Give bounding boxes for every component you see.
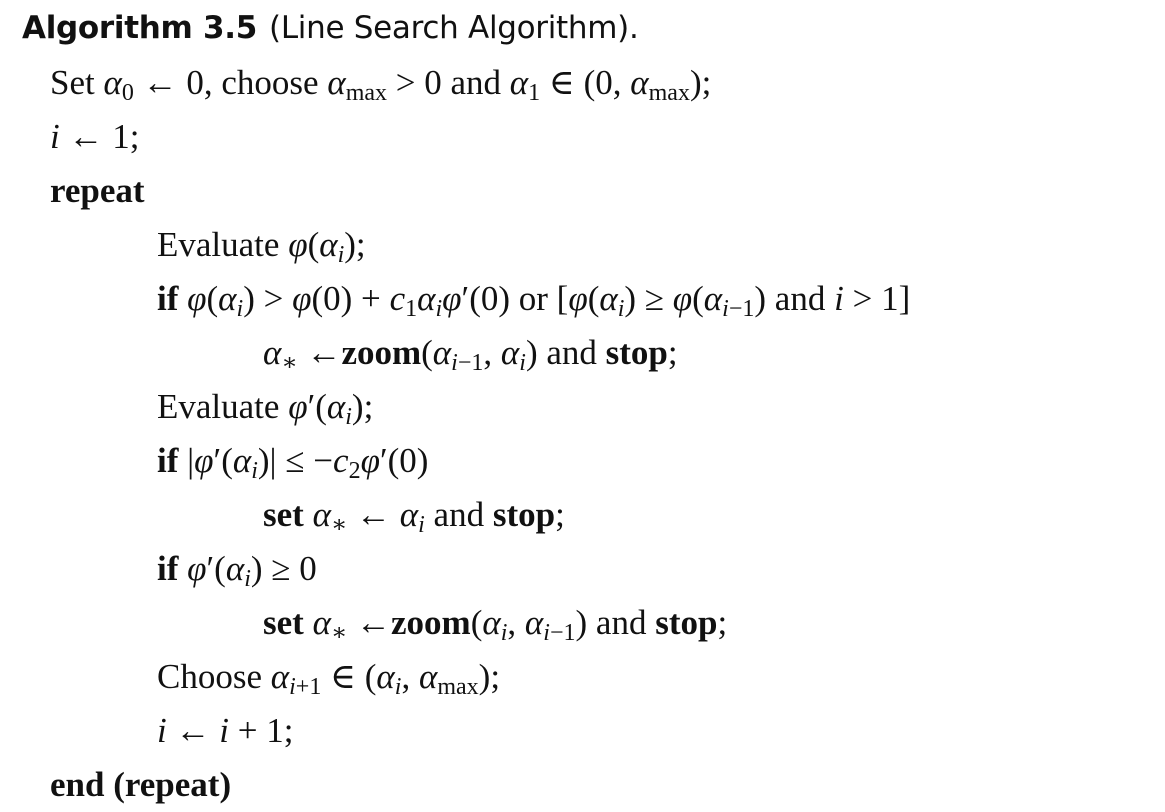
algorithm-line-5: if φ(αi) > φ(0) + c1αiφ′(0) or [φ(αi) ≥ … <box>157 279 911 322</box>
algorithm-line-8: if |φ′(αi)| ≤ −c2φ′(0) <box>157 441 429 484</box>
algorithm-line-9: set α∗ ← αi and stop; <box>263 495 565 538</box>
algorithm-subtitle: (Line Search Algorithm). <box>269 10 639 46</box>
algorithm-line-14: end (repeat) <box>50 765 232 804</box>
algorithm-line-12: Choose αi+1 ∈ (αi, αmax); <box>157 657 501 700</box>
algorithm-line-2: i ← 1; <box>50 117 140 156</box>
algorithm-line-7: Evaluate φ′(αi); <box>157 387 374 430</box>
algorithm-block: Algorithm 3.5 (Line Search Algorithm). Se… <box>0 0 1165 812</box>
algorithm-line-10: if φ′(αi) ≥ 0 <box>157 549 317 592</box>
algorithm-line-6: α∗ ←zoom(αi−1, αi) and stop; <box>263 333 678 376</box>
algorithm-line-11: set α∗ ←zoom(αi, αi−1) and stop; <box>263 603 728 646</box>
algorithm-line-1: Set α0 ← 0, choose αmax > 0 and α1 ∈ (0,… <box>50 63 712 106</box>
algorithm-line-4: Evaluate φ(αi); <box>157 225 366 268</box>
algorithm-line-3: repeat <box>50 171 145 210</box>
algorithm-heading: Algorithm 3.5 (Line Search Algorithm). <box>22 6 639 50</box>
algorithm-line-13: i ← i + 1; <box>157 711 294 750</box>
algorithm-label: Algorithm 3.5 <box>22 10 258 46</box>
